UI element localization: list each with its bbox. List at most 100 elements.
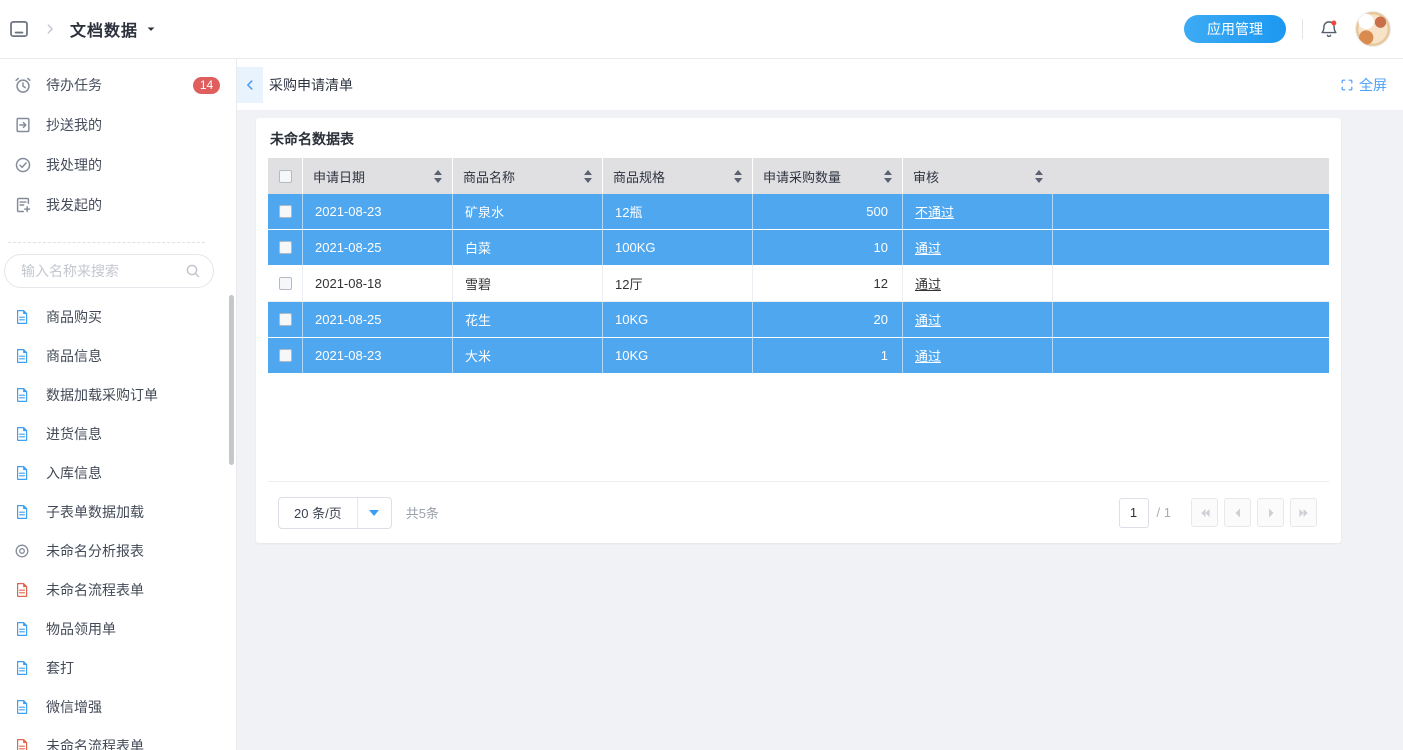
first-page-button[interactable] [1191, 498, 1218, 527]
scrollbar-thumb[interactable] [229, 295, 234, 465]
doc-icon [14, 621, 30, 637]
cell-product-name: 矿泉水 [453, 194, 603, 230]
caret-down-icon [369, 510, 379, 516]
cell-audit-link[interactable]: 不通过 [903, 194, 1053, 230]
sidebar-form-item[interactable]: 商品购买 [0, 297, 236, 336]
row-checkbox[interactable] [279, 205, 292, 218]
page-size-value: 20 条/页 [279, 498, 357, 528]
cell-empty [1053, 194, 1329, 230]
avatar[interactable] [1355, 11, 1391, 47]
cell-apply-date: 2021-08-23 [303, 194, 453, 230]
cell-audit-link[interactable]: 通过 [903, 230, 1053, 266]
sidebar-nav-item[interactable]: 抄送我的 [0, 105, 236, 145]
doc-icon [14, 738, 30, 750]
divider [1302, 19, 1303, 39]
search-input[interactable] [4, 254, 214, 288]
row-checkbox-cell[interactable] [268, 194, 303, 230]
page-size-select[interactable]: 20 条/页 [278, 497, 392, 529]
back-button[interactable] [237, 67, 263, 103]
sidebar-form-item[interactable]: 套打 [0, 648, 236, 687]
sort-icon[interactable] [884, 170, 892, 183]
sort-icon[interactable] [434, 170, 442, 183]
doc-icon [14, 387, 30, 403]
form-item-label: 套打 [46, 658, 74, 678]
column-header-label: 商品名称 [463, 167, 515, 186]
row-checkbox-cell[interactable] [268, 338, 303, 374]
table-row[interactable]: 2021-08-18 雪碧 12厅 12 通过 [268, 266, 1329, 302]
sidebar-form-item[interactable]: 未命名流程表单 [0, 726, 236, 750]
cell-audit-link[interactable]: 通过 [903, 302, 1053, 338]
next-page-button[interactable] [1257, 498, 1284, 527]
row-checkbox-cell[interactable] [268, 302, 303, 338]
cell-apply-date: 2021-08-25 [303, 230, 453, 266]
sidebar-nav-item[interactable]: 待办任务 14 [0, 65, 236, 105]
card-title: 未命名数据表 [270, 129, 1329, 149]
table-row[interactable]: 2021-08-25 白菜 100KG 10 通过 [268, 230, 1329, 266]
row-checkbox-cell[interactable] [268, 230, 303, 266]
form-item-label: 数据加载采购订单 [46, 385, 158, 405]
app-window-icon[interactable] [8, 18, 30, 40]
sort-icon[interactable] [734, 170, 742, 183]
sort-icon[interactable] [584, 170, 592, 183]
nav-item-label: 抄送我的 [46, 115, 220, 135]
row-checkbox[interactable] [279, 313, 292, 326]
table-row[interactable]: 2021-08-25 花生 10KG 20 通过 [268, 302, 1329, 338]
column-header-label: 申请日期 [313, 167, 365, 186]
cell-empty [1053, 338, 1329, 374]
sidebar-form-item[interactable]: 数据加载采购订单 [0, 375, 236, 414]
cell-product-spec: 100KG [603, 230, 753, 266]
column-header[interactable]: 商品名称 [453, 158, 603, 194]
main-content: 采购申请清单 全屏 未命名数据表 申请日期 商品名称 [237, 59, 1403, 750]
app-manage-button[interactable]: 应用管理 [1184, 15, 1286, 43]
search-icon[interactable] [185, 263, 201, 279]
cell-audit-link[interactable]: 通过 [903, 266, 1053, 302]
doc-icon [14, 465, 30, 481]
sidebar-form-item[interactable]: 子表单数据加载 [0, 492, 236, 531]
fullscreen-button[interactable]: 全屏 [1340, 75, 1387, 95]
table-empty-area [268, 374, 1329, 481]
form-item-label: 物品领用单 [46, 619, 116, 639]
target-icon [14, 543, 30, 559]
row-checkbox[interactable] [279, 277, 292, 290]
sidebar-nav-item[interactable]: 我处理的 [0, 145, 236, 185]
cell-empty [1053, 266, 1329, 302]
sidebar-form-item[interactable]: 未命名流程表单 [0, 570, 236, 609]
cell-product-name: 雪碧 [453, 266, 603, 302]
sidebar-form-item[interactable]: 未命名分析报表 [0, 531, 236, 570]
breadcrumb[interactable]: 文档数据 [70, 17, 157, 41]
table-row[interactable]: 2021-08-23 矿泉水 12瓶 500 不通过 [268, 194, 1329, 230]
row-checkbox[interactable] [279, 241, 292, 254]
nav-item-label: 待办任务 [46, 75, 179, 95]
cell-empty [1053, 230, 1329, 266]
doc-icon [14, 348, 30, 364]
column-header-label: 商品规格 [613, 167, 665, 186]
form-item-label: 进货信息 [46, 424, 102, 444]
row-checkbox[interactable] [279, 349, 292, 362]
sidebar-nav-item[interactable]: 我发起的 [0, 185, 236, 225]
select-caret-box[interactable] [357, 498, 391, 528]
column-header[interactable]: 审核 [903, 158, 1053, 194]
sidebar-form-item[interactable]: 进货信息 [0, 414, 236, 453]
sidebar-form-item[interactable]: 入库信息 [0, 453, 236, 492]
sidebar-form-item[interactable]: 商品信息 [0, 336, 236, 375]
bell-icon[interactable] [1319, 19, 1339, 39]
row-checkbox-cell[interactable] [268, 266, 303, 302]
cell-quantity: 500 [753, 194, 903, 230]
page-input[interactable]: 1 [1119, 498, 1149, 528]
doc-plus-icon [14, 196, 32, 214]
column-header[interactable]: 申请采购数量 [753, 158, 903, 194]
sidebar-form-item[interactable]: 微信增强 [0, 687, 236, 726]
count-badge: 14 [193, 77, 220, 94]
fullscreen-label: 全屏 [1359, 75, 1387, 95]
column-header[interactable]: 商品规格 [603, 158, 753, 194]
select-all-checkbox[interactable] [279, 170, 292, 183]
total-count: 共5条 [406, 503, 439, 522]
select-all-cell[interactable] [268, 158, 303, 194]
table-row[interactable]: 2021-08-23 大米 10KG 1 通过 [268, 338, 1329, 374]
column-header[interactable]: 申请日期 [303, 158, 453, 194]
prev-page-button[interactable] [1224, 498, 1251, 527]
sort-icon[interactable] [1035, 170, 1043, 183]
cell-audit-link[interactable]: 通过 [903, 338, 1053, 374]
sidebar-form-item[interactable]: 物品领用单 [0, 609, 236, 648]
last-page-button[interactable] [1290, 498, 1317, 527]
